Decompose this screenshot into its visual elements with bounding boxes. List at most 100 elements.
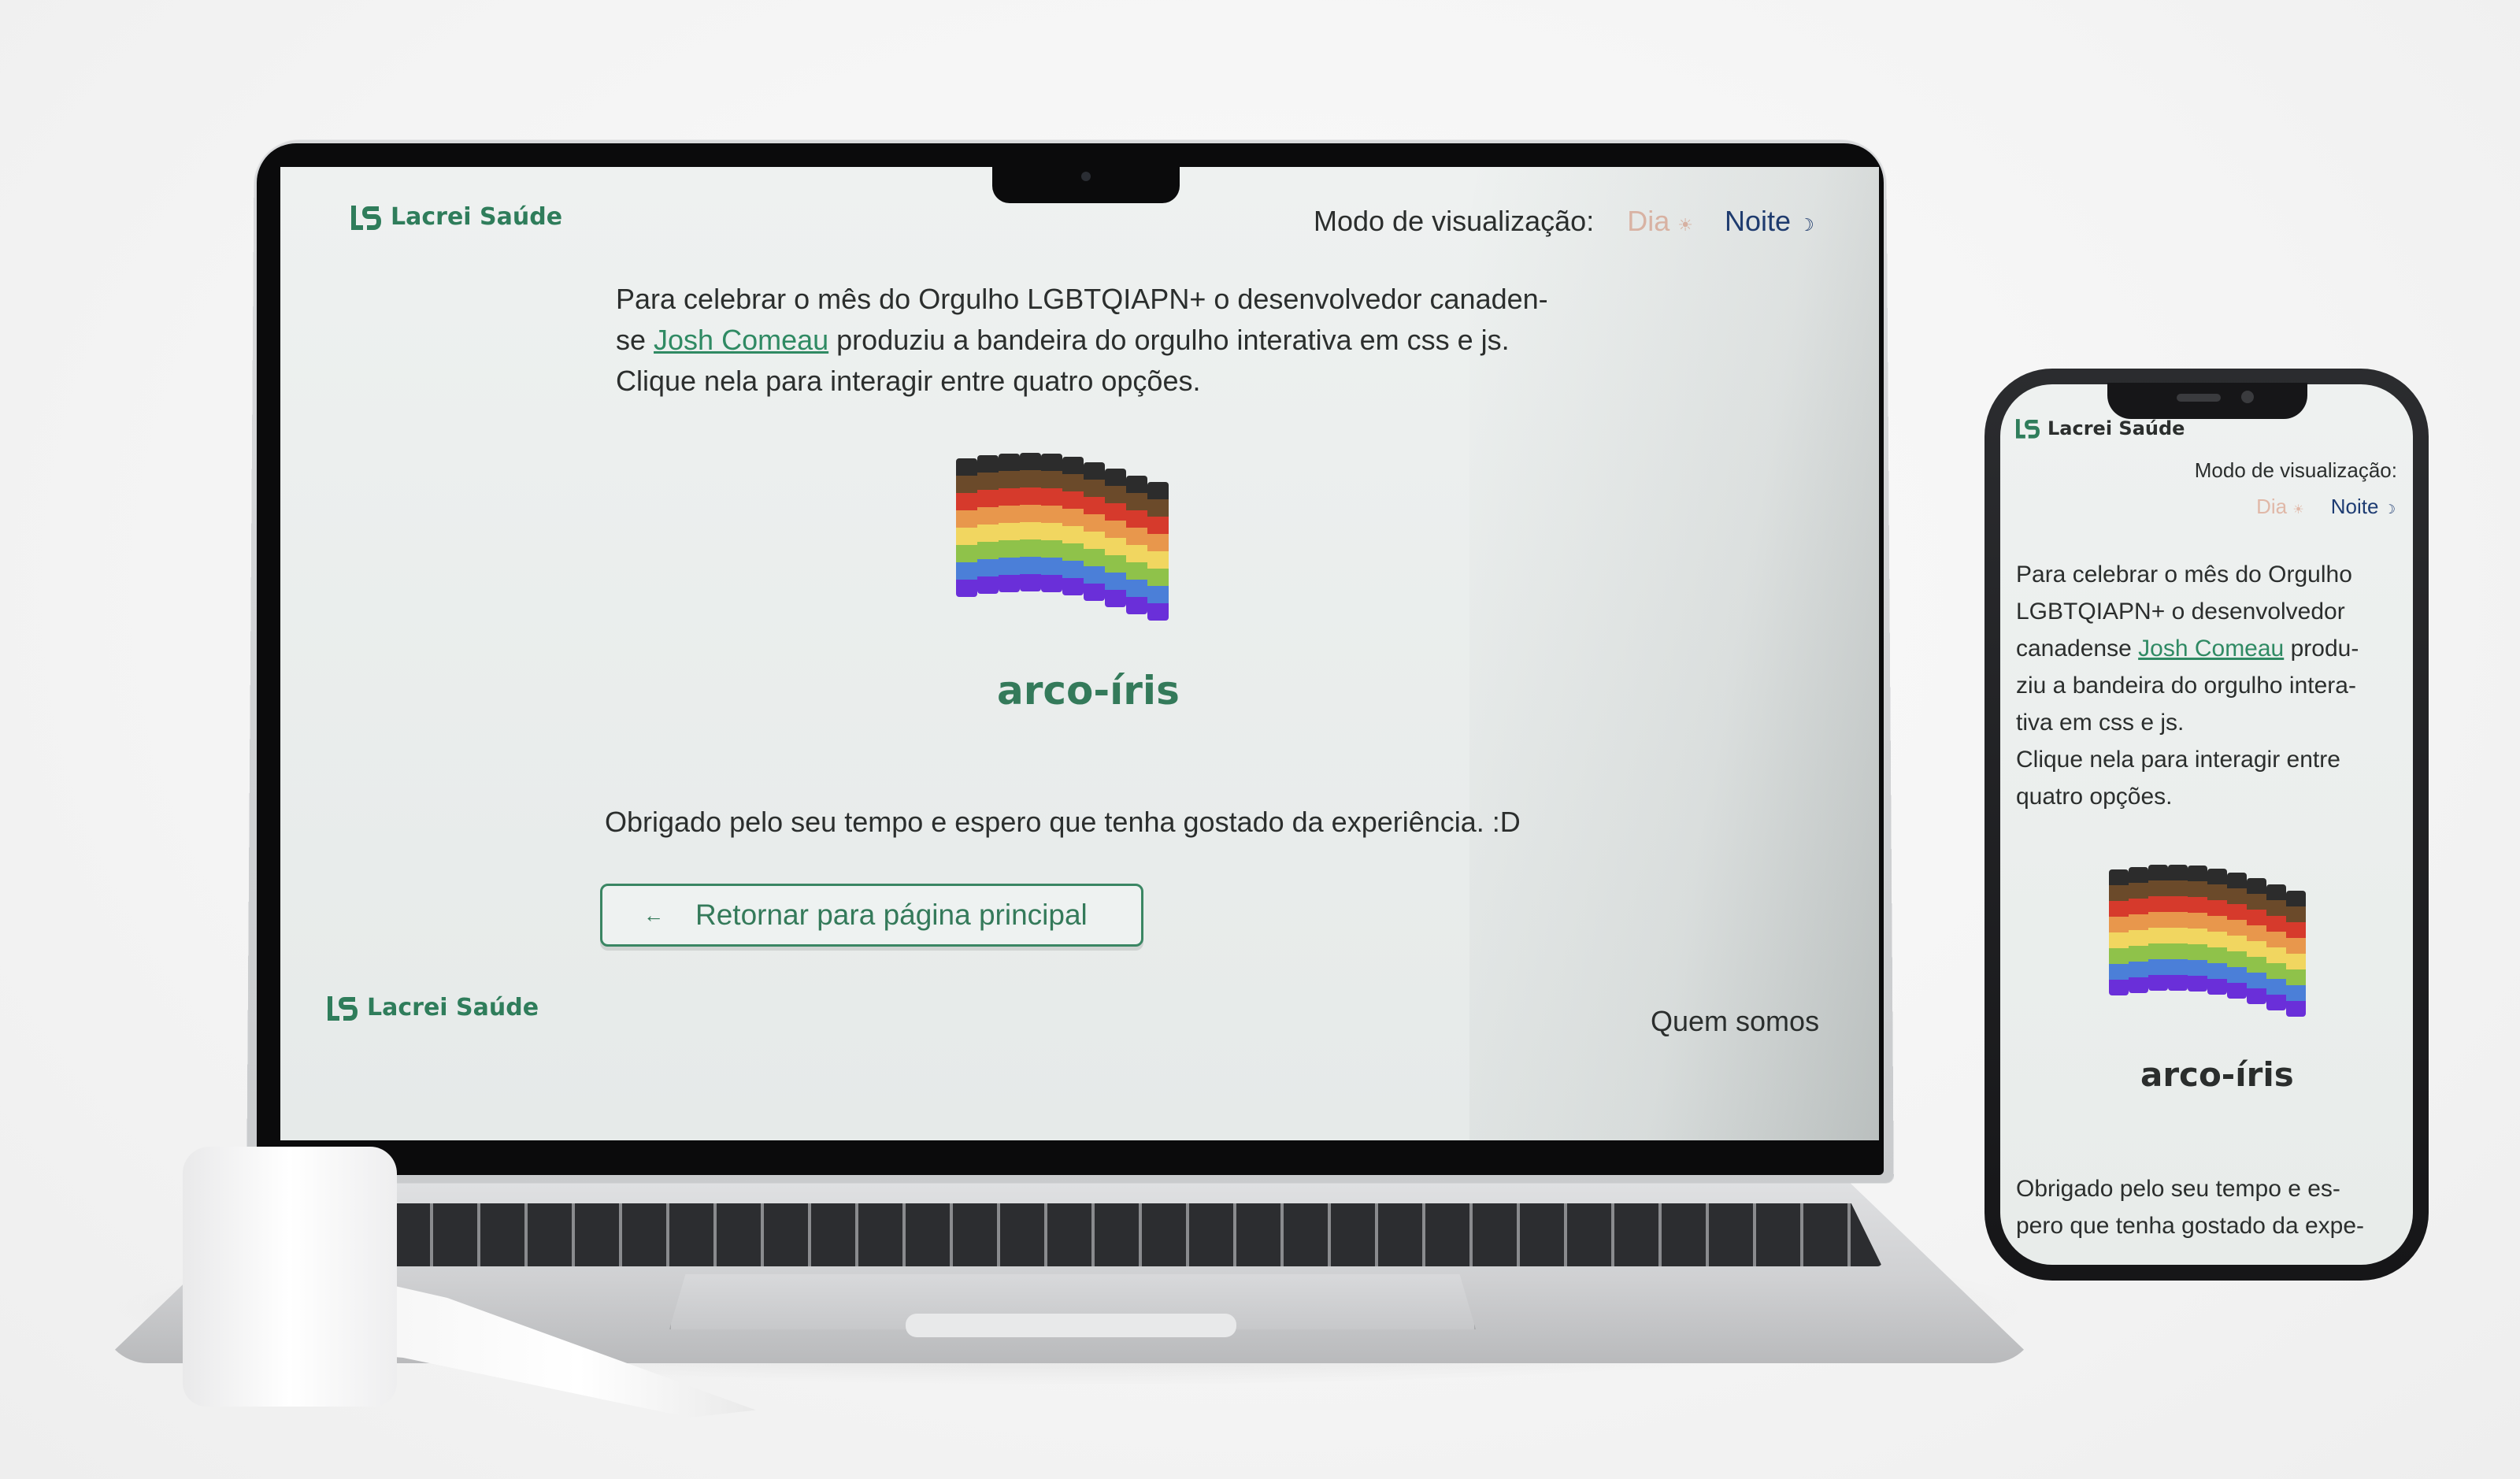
- mode-night-option[interactable]: Noite ☽: [1725, 205, 1814, 238]
- flag-stripe: [2207, 979, 2227, 995]
- flag-stripe: [2266, 995, 2286, 1010]
- view-mode-label: Modo de visualização:: [1314, 205, 1595, 237]
- phone-view-mode-label: Modo de visualização:: [2194, 458, 2397, 482]
- flag-stripe: [2266, 916, 2286, 932]
- flag-stripe: [2168, 943, 2188, 959]
- phone-josh-comeau-link[interactable]: Josh Comeau: [2138, 636, 2284, 662]
- flag-stripe: [1062, 509, 1084, 526]
- flag-stripe: [956, 458, 977, 476]
- flag-stripe: [2266, 963, 2286, 979]
- phone-mode-night-label: Noite: [2330, 495, 2379, 518]
- phone-mode-night-option[interactable]: Noite ☽: [2331, 495, 2396, 519]
- flag-stripe: [1020, 574, 1041, 591]
- phone-thanks-line: pero que tenha gostado da expe-: [2016, 1213, 2365, 1239]
- phone-logo-text: Lacrei Saúde: [2048, 417, 2185, 439]
- josh-comeau-link[interactable]: Josh Comeau: [654, 324, 828, 356]
- thanks-text: Obrigado pelo seu tempo e espero que ten…: [605, 806, 1521, 838]
- flag-stripe: [2168, 959, 2188, 975]
- flag-stripe: [1147, 499, 1169, 517]
- back-button-label: Retornar para página principal: [695, 899, 1088, 931]
- mode-day-label: Dia: [1627, 205, 1670, 237]
- flag-stripe: [2109, 948, 2129, 964]
- flag-stripe: [2129, 883, 2148, 899]
- flag-stripe: [1126, 597, 1147, 614]
- mode-day-option[interactable]: Dia ☀: [1627, 205, 1693, 238]
- flag-stripe: [2148, 959, 2168, 975]
- flag-column: [2168, 865, 2188, 991]
- flag-stripe: [2129, 867, 2148, 883]
- flag-stripe: [1062, 526, 1084, 543]
- flag-stripe: [2207, 900, 2227, 916]
- flag-stripe: [1084, 532, 1105, 549]
- flag-stripe: [2109, 964, 2129, 980]
- phone-pride-flag[interactable]: [2109, 865, 2306, 1027]
- flag-column: [2109, 869, 2129, 995]
- flag-stripe: [1084, 566, 1105, 584]
- flag-stripe: [2188, 881, 2207, 897]
- flag-stripe: [999, 558, 1020, 575]
- intro-line-1: Para celebrar o mês do Orgulho LGBTQIAPN…: [616, 283, 1548, 315]
- flag-stripe: [1020, 557, 1041, 574]
- flag-column: [2188, 866, 2207, 992]
- flag-stripe: [2227, 983, 2247, 999]
- phone-mode-day-option[interactable]: Dia ☀: [2256, 495, 2304, 519]
- flag-stripe: [2286, 1001, 2306, 1017]
- flag-stripe: [1041, 540, 1062, 558]
- lacrei-logo-icon: [328, 995, 358, 1021]
- flag-stripe: [2247, 988, 2266, 1004]
- flag-stripe: [2227, 920, 2247, 936]
- flag-stripe: [977, 473, 999, 490]
- flag-stripe: [1020, 487, 1041, 505]
- flag-stripe: [2227, 936, 2247, 951]
- lacrei-logo-icon: [351, 204, 381, 231]
- flag-stripe: [1126, 562, 1147, 580]
- flag-stripe: [2148, 896, 2168, 912]
- flag-stripe: [1126, 493, 1147, 510]
- flag-stripe: [2247, 910, 2266, 925]
- flag-stripe: [1020, 539, 1041, 557]
- flag-stripe: [1062, 543, 1084, 561]
- flag-stripe: [1041, 523, 1062, 540]
- flag-label: arco-íris: [997, 668, 1180, 714]
- flag-stripe: [2286, 922, 2306, 938]
- flag-stripe: [1041, 506, 1062, 523]
- flag-stripe: [1126, 528, 1147, 545]
- flag-stripe: [2247, 957, 2266, 973]
- flag-column: [1084, 462, 1105, 601]
- flag-stripe: [1020, 505, 1041, 522]
- flag-column: [2227, 873, 2247, 999]
- flag-stripe: [2168, 912, 2188, 928]
- footer-logo[interactable]: Lacrei Saúde: [328, 994, 539, 1021]
- flag-stripe: [1084, 514, 1105, 532]
- flag-stripe: [2227, 888, 2247, 904]
- intro-line-3: Clique nela para interagir entre quatro …: [616, 365, 1201, 397]
- phone-header-logo[interactable]: Lacrei Saúde: [2016, 417, 2185, 439]
- flag-stripe: [1147, 517, 1169, 534]
- phone-intro-line: Clique nela para interagir entre: [2016, 747, 2340, 773]
- flag-stripe: [956, 476, 977, 493]
- flag-stripe: [1105, 469, 1126, 486]
- back-to-home-button[interactable]: ← Retornar para página principal: [600, 884, 1143, 947]
- flag-stripe: [1147, 586, 1169, 603]
- phone-mode-day-label: Dia: [2256, 495, 2288, 518]
- flag-column: [1062, 457, 1084, 595]
- flag-stripe: [2207, 963, 2227, 979]
- laptop-keyboard: [339, 1203, 1882, 1266]
- flag-stripe: [2148, 928, 2168, 943]
- header-logo[interactable]: Lacrei Saúde: [351, 203, 562, 231]
- flag-stripe: [1105, 555, 1126, 573]
- camera-icon: [1081, 172, 1091, 181]
- flag-stripe: [1105, 573, 1126, 590]
- view-mode-switch: Modo de visualização: Dia ☀ Noite ☽: [1314, 205, 1814, 238]
- flag-stripe: [2286, 985, 2306, 1001]
- flag-stripe: [2188, 944, 2207, 960]
- lacrei-logo-icon: [2016, 417, 2040, 439]
- flag-stripe: [956, 510, 977, 528]
- flag-stripe: [2188, 913, 2207, 929]
- flag-stripe: [1126, 476, 1147, 493]
- about-us-link[interactable]: Quem somos: [1651, 1005, 1819, 1038]
- flag-stripe: [2168, 896, 2188, 912]
- flag-stripe: [2129, 899, 2148, 914]
- pride-flag[interactable]: [956, 453, 1177, 632]
- flag-stripe: [2207, 884, 2227, 900]
